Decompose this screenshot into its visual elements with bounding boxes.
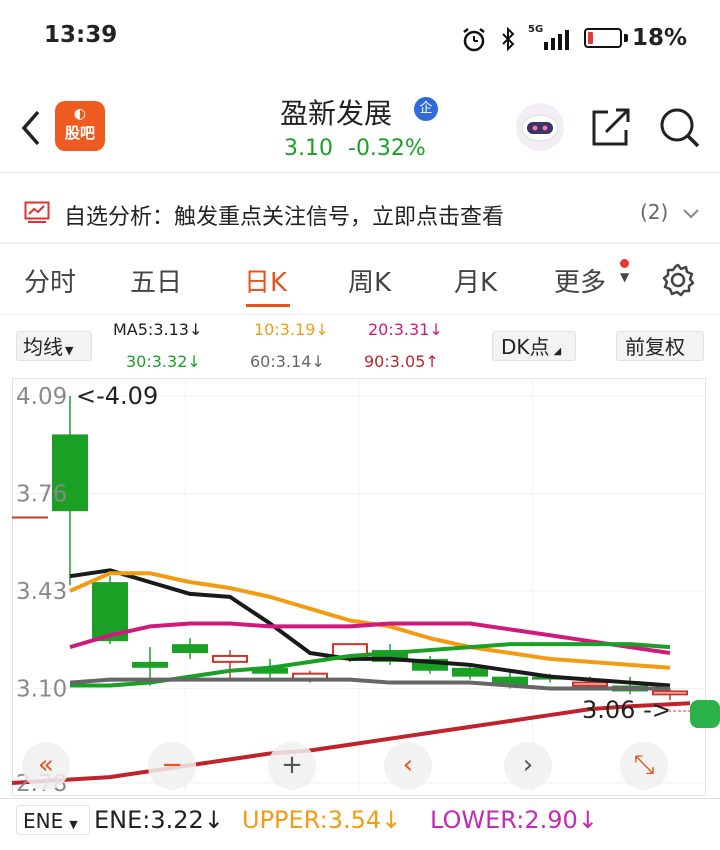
caret-icon: ◢	[553, 346, 562, 357]
ene-selector-label: ENE	[23, 809, 64, 833]
bluetooth-icon	[502, 26, 515, 52]
ene-selector[interactable]: ENE ▼	[16, 805, 90, 835]
ma-selector[interactable]: 均线 ▼	[16, 331, 92, 361]
kline-chart[interactable]: 4.093.763.433.102.78<-4.093.06 ->	[12, 378, 706, 796]
signal-count: (2)	[640, 200, 669, 224]
tab-fenshi[interactable]: 分时	[24, 262, 76, 299]
candle-body	[572, 681, 608, 687]
ene-upper-value: UPPER:3.54↓	[242, 806, 402, 834]
back-icon[interactable]	[16, 108, 46, 148]
caret-down-icon: ▼	[65, 344, 74, 357]
ma90-value: 90:3.05↑	[364, 352, 439, 371]
signal-text: 自选分析：触发重点关注信号，立即点击查看	[64, 205, 505, 230]
caret-down-icon: ▼	[69, 818, 78, 831]
candle-body	[452, 667, 488, 677]
active-tab-indicator	[246, 304, 290, 307]
candle-body	[652, 690, 688, 696]
stock-change: -0.32%	[348, 136, 426, 161]
app-logo[interactable]: ◐ 股吧	[55, 101, 105, 151]
alarm-icon	[463, 28, 485, 52]
fuquan-button[interactable]: 前复权	[616, 331, 704, 361]
candle-body	[212, 654, 248, 663]
logo-mark: ◐	[73, 106, 87, 122]
max-price-label: <-4.09	[76, 382, 158, 410]
y-tick-label: 4.09	[16, 384, 67, 410]
share-icon[interactable]	[590, 106, 634, 150]
candle-body	[132, 661, 168, 668]
zoom-out-icon[interactable]: −	[148, 742, 196, 790]
dk-point-button[interactable]: DK点 ◢	[492, 331, 576, 361]
status-bar: 13:39 5G 18%	[0, 0, 720, 80]
y-tick-label: 3.43	[16, 579, 67, 605]
dk-point-label: DK点	[501, 335, 550, 359]
more-caret-icon: ▼	[620, 270, 630, 284]
scroll-left-fast-icon[interactable]: «	[22, 742, 70, 790]
robot-assistant-icon[interactable]	[514, 101, 566, 153]
search-icon[interactable]	[658, 106, 702, 150]
min-price-label: 3.06 ->	[582, 696, 672, 724]
notification-dot	[620, 259, 629, 268]
chevron-down-icon	[683, 209, 699, 219]
stock-price: 3.10	[284, 136, 333, 161]
enterprise-badge: 企	[414, 97, 438, 121]
ma20-value: 20:3.31↓	[368, 320, 443, 339]
signal-icon	[544, 30, 569, 50]
y-tick-label: 3.76	[16, 481, 67, 507]
ma-line-ma20	[69, 621, 671, 655]
divider	[0, 172, 720, 173]
settings-gear-icon[interactable]	[660, 262, 696, 298]
logo-text: 股吧	[64, 124, 95, 142]
divider	[0, 314, 720, 315]
ene-value: ENE:3.22↓	[94, 806, 224, 834]
stock-name: 盈新发展	[280, 97, 393, 130]
scroll-right-icon[interactable]: ›	[504, 742, 552, 790]
tab-zhouk[interactable]: 周K	[348, 262, 391, 299]
ma-selector-label: 均线	[23, 335, 63, 359]
ma30-value: 30:3.32↓	[126, 352, 201, 371]
kline-chart-svg: 4.093.763.433.102.78<-4.093.06 ->	[12, 378, 706, 796]
chart-drag-handle[interactable]	[690, 700, 720, 728]
scroll-left-icon[interactable]: ‹	[384, 742, 432, 790]
signal-banner[interactable]: 自选分析：触发重点关注信号，立即点击查看 (2)	[0, 180, 720, 242]
status-time: 13:39	[44, 22, 118, 48]
tab-yuek[interactable]: 月K	[454, 262, 497, 299]
ma-line-ma5	[69, 568, 671, 688]
ma60-value: 60:3.14↓	[250, 352, 325, 371]
divider	[0, 798, 720, 799]
zoom-in-icon[interactable]: +	[268, 742, 316, 790]
battery-icon	[584, 28, 622, 48]
tab-rik[interactable]: 日K	[244, 262, 287, 299]
divider	[0, 242, 720, 244]
battery-tip	[624, 34, 628, 42]
chart-analysis-icon	[24, 201, 50, 223]
y-tick-label: 3.10	[16, 676, 67, 702]
ma5-value: MA5:3.13↓	[113, 320, 203, 339]
ma10-value: 10:3.19↓	[254, 320, 329, 339]
candle-body	[172, 644, 208, 654]
fuquan-label: 前复权	[625, 335, 685, 359]
tab-wuri[interactable]: 五日	[130, 262, 182, 299]
tab-more[interactable]: 更多	[554, 262, 606, 299]
battery-percent: 18%	[632, 25, 688, 51]
fullscreen-icon[interactable]: ⤡	[620, 742, 668, 790]
ene-lower-value: LOWER:2.90↓	[430, 806, 598, 834]
